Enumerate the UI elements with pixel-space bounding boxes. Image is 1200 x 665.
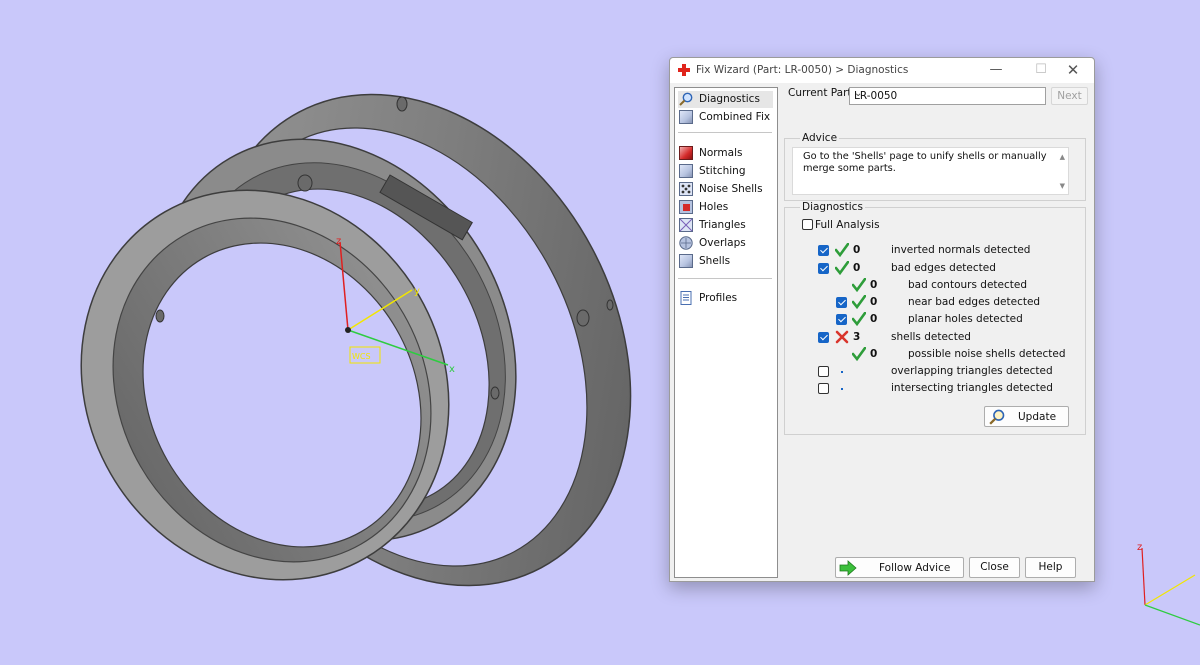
- help-button[interactable]: Help: [1025, 557, 1076, 578]
- chevron-down-icon: ⌄: [854, 88, 863, 99]
- advice-legend: Advice: [800, 132, 840, 144]
- nav-item-triangles[interactable]: Triangles: [678, 217, 773, 234]
- error-x-icon: [835, 330, 849, 344]
- nav-label: Overlaps: [699, 237, 746, 249]
- bad-edges-count: 0: [853, 262, 861, 274]
- near-bad-edges-checkbox[interactable]: [836, 297, 847, 308]
- bad-edges-checkbox[interactable]: [818, 263, 829, 274]
- minimize-button[interactable]: —: [985, 61, 1007, 79]
- current-part-select[interactable]: LR-0050 ⌄: [849, 87, 1046, 105]
- document-icon: [680, 291, 692, 305]
- advice-text: Go to the 'Shells' page to unify shells …: [803, 151, 1047, 174]
- follow-advice-button[interactable]: Follow Advice: [835, 557, 964, 578]
- wizard-nav: Diagnostics Combined Fix Normals Stitchi…: [674, 87, 778, 578]
- nav-item-shells[interactable]: Shells: [678, 253, 773, 270]
- inverted-normals-count: 0: [853, 244, 861, 256]
- check-icon: [835, 243, 849, 257]
- nav-label: Normals: [699, 147, 743, 159]
- holes-cube-icon: [679, 200, 693, 214]
- green-arrow-icon: [839, 560, 857, 576]
- nav-divider: [678, 278, 772, 279]
- nav-divider: [678, 132, 772, 133]
- near-bad-edges-count: 0: [870, 296, 878, 308]
- pending-dot: [841, 371, 843, 373]
- shells-cube-icon: [679, 254, 693, 268]
- nav-label: Triangles: [699, 219, 746, 231]
- magnifier-icon: [679, 92, 693, 106]
- cube-icon: [679, 110, 693, 124]
- shells-text: shells detected: [891, 331, 971, 343]
- inverted-normals-text: inverted normals detected: [891, 244, 1031, 256]
- corner-axis-triad: z: [1137, 542, 1200, 626]
- check-icon: [852, 347, 866, 361]
- title-bar[interactable]: Fix Wizard (Part: LR-0050) > Diagnostics…: [670, 58, 1094, 83]
- nav-item-diagnostics[interactable]: Diagnostics: [678, 91, 773, 108]
- axis-y-label: y: [414, 286, 420, 297]
- planar-holes-count: 0: [870, 313, 878, 325]
- nav-item-overlaps[interactable]: Overlaps: [678, 235, 773, 252]
- maximize-button[interactable]: ☐: [1030, 61, 1052, 79]
- scroll-up-arrow[interactable]: ▲: [1060, 153, 1065, 161]
- check-icon: [835, 261, 849, 275]
- intersecting-triangles-text: intersecting triangles detected: [891, 382, 1053, 394]
- axis-z-label: z: [336, 236, 341, 247]
- check-icon: [852, 312, 866, 326]
- bad-edges-text: bad edges detected: [891, 262, 996, 274]
- full-analysis-label: Full Analysis: [815, 219, 880, 231]
- close-window-button[interactable]: ✕: [1062, 61, 1084, 79]
- planar-holes-text: planar holes detected: [908, 313, 1023, 325]
- nav-label: Profiles: [699, 292, 738, 304]
- follow-advice-label: Follow Advice: [879, 562, 951, 574]
- update-label: Update: [1018, 411, 1057, 423]
- nav-item-normals[interactable]: Normals: [678, 145, 773, 162]
- pending-dot: [841, 388, 843, 390]
- check-icon: [852, 278, 866, 292]
- axis-x-label: x: [449, 364, 455, 375]
- inverted-normals-checkbox[interactable]: [818, 245, 829, 256]
- intersecting-triangles-checkbox[interactable]: [818, 383, 829, 394]
- next-button[interactable]: Next: [1051, 87, 1088, 105]
- full-analysis-checkbox[interactable]: [802, 219, 813, 230]
- shells-count: 3: [853, 331, 861, 343]
- nav-label: Stitching: [699, 165, 746, 177]
- near-bad-edges-text: near bad edges detected: [908, 296, 1041, 308]
- window-title: Fix Wizard (Part: LR-0050) > Diagnostics: [696, 64, 909, 76]
- overlapping-triangles-text: overlapping triangles detected: [891, 365, 1053, 377]
- close-button[interactable]: Close: [969, 557, 1020, 578]
- planar-holes-checkbox[interactable]: [836, 314, 847, 325]
- nav-item-combined-fix[interactable]: Combined Fix: [678, 109, 773, 126]
- nav-item-holes[interactable]: Holes: [678, 199, 773, 216]
- red-cross-icon: [678, 64, 690, 76]
- nav-label: Holes: [699, 201, 729, 213]
- noise-shells-count: 0: [870, 348, 878, 360]
- bad-contours-text: bad contours detected: [908, 279, 1027, 291]
- stitching-cube-icon: [679, 164, 693, 178]
- current-part-label: Current Part:: [788, 87, 856, 99]
- check-icon: [852, 295, 866, 309]
- update-button[interactable]: Update: [984, 406, 1069, 427]
- overlapping-triangles-checkbox[interactable]: [818, 366, 829, 377]
- origin-label: WCS: [352, 352, 371, 361]
- magnifier-icon: [989, 409, 1005, 425]
- bad-contours-count: 0: [870, 279, 878, 291]
- overlaps-icon: [679, 236, 693, 250]
- advice-text-box: Go to the 'Shells' page to unify shells …: [792, 147, 1069, 195]
- nav-label: Diagnostics: [699, 93, 760, 105]
- noise-shells-text: possible noise shells detected: [908, 348, 1066, 360]
- fix-wizard-dialog: Fix Wizard (Part: LR-0050) > Diagnostics…: [669, 57, 1095, 582]
- scroll-down-arrow[interactable]: ▼: [1060, 182, 1065, 190]
- nav-item-stitching[interactable]: Stitching: [678, 163, 773, 180]
- nav-item-noise-shells[interactable]: Noise Shells: [678, 181, 773, 198]
- diagnostics-legend: Diagnostics: [800, 201, 865, 213]
- nav-item-profiles[interactable]: Profiles: [678, 290, 773, 307]
- normals-cube-icon: [679, 146, 693, 160]
- noise-shells-icon: [679, 182, 693, 196]
- nav-label: Shells: [699, 255, 731, 267]
- corner-axis-z-label: z: [1137, 542, 1142, 553]
- triangles-cube-icon: [679, 218, 693, 232]
- shells-checkbox[interactable]: [818, 332, 829, 343]
- nav-label: Noise Shells: [699, 183, 763, 195]
- nav-label: Combined Fix: [699, 111, 771, 123]
